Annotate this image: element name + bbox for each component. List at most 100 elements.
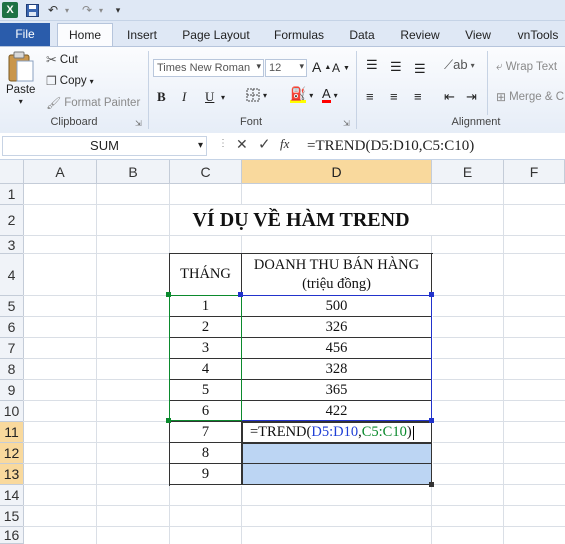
align-top-button[interactable]: ☰ bbox=[366, 57, 378, 73]
row-header-3[interactable]: 3 bbox=[0, 236, 24, 254]
splitter-handle-icon[interactable]: ⋮ bbox=[218, 138, 228, 149]
italic-button[interactable]: I bbox=[182, 89, 186, 105]
paste-button[interactable]: Paste ▾ bbox=[6, 51, 35, 106]
undo-icon[interactable]: ↶ bbox=[46, 2, 60, 18]
row-header-15[interactable]: 15 bbox=[0, 506, 24, 527]
row-header-13[interactable]: 13 bbox=[0, 464, 24, 485]
row-header-7[interactable]: 7 bbox=[0, 338, 24, 359]
redo-icon[interactable]: ↷ bbox=[80, 2, 94, 18]
scissors-icon: ✂ bbox=[46, 52, 57, 67]
align-center-button[interactable]: ≡ bbox=[390, 89, 398, 104]
row-header-4[interactable]: 4 bbox=[0, 254, 24, 296]
tab-page-layout[interactable]: Page Layout bbox=[178, 25, 254, 46]
name-box[interactable]: SUM ▾ bbox=[2, 136, 207, 156]
format-painter-button[interactable]: 🖌 Format Painter bbox=[46, 96, 140, 110]
formula-input[interactable]: =TREND(D5:D10,C5:C10) bbox=[304, 136, 565, 156]
row-header-12[interactable]: 12 bbox=[0, 443, 24, 464]
align-right-icon: ≡ bbox=[414, 89, 422, 104]
tab-data[interactable]: Data bbox=[342, 25, 382, 46]
row-header-6[interactable]: 6 bbox=[0, 317, 24, 338]
insert-function-button[interactable]: fx bbox=[280, 136, 289, 152]
header-revenue[interactable]: DOANH THU BÁN HÀNG (triệu đồng) bbox=[242, 254, 432, 296]
tab-vntools[interactable]: vnTools bbox=[512, 25, 564, 46]
format-painter-label: Format Painter bbox=[64, 97, 141, 109]
row-header-1[interactable]: 1 bbox=[0, 184, 24, 205]
tab-home[interactable]: Home bbox=[57, 23, 113, 46]
column-header-a[interactable]: A bbox=[24, 160, 97, 184]
copy-button[interactable]: ❐ Copy ▾ bbox=[46, 74, 94, 88]
decrease-font-size-button[interactable]: A ▼ bbox=[332, 61, 350, 75]
row-header-9[interactable]: 9 bbox=[0, 380, 24, 401]
decrease-indent-button[interactable]: ⇤ bbox=[444, 89, 455, 105]
row-header-8[interactable]: 8 bbox=[0, 359, 24, 380]
range-handle[interactable] bbox=[238, 292, 243, 297]
font-name-value: Times New Roman bbox=[157, 62, 251, 74]
row-header-11[interactable]: 11 bbox=[0, 422, 24, 443]
selected-range[interactable] bbox=[242, 443, 432, 485]
row-header-14[interactable]: 14 bbox=[0, 485, 24, 506]
wrap-text-button[interactable]: ⤶ Wrap Text bbox=[496, 59, 557, 74]
fill-handle[interactable] bbox=[429, 482, 434, 487]
dialog-launcher-icon[interactable]: ⇲ bbox=[343, 119, 350, 128]
month-cell[interactable]: 9 bbox=[170, 464, 242, 485]
column-header-e[interactable]: E bbox=[432, 160, 504, 184]
select-all-corner[interactable] bbox=[0, 160, 24, 184]
chevron-down-icon: ▾ bbox=[18, 97, 23, 106]
font-name-combo[interactable]: Times New Roman ▾ bbox=[153, 59, 264, 77]
range-handle[interactable] bbox=[429, 418, 434, 423]
column-header-c[interactable]: C bbox=[170, 160, 242, 184]
underline-button[interactable]: U bbox=[205, 89, 214, 105]
save-icon[interactable] bbox=[24, 2, 40, 18]
underline-dropdown-icon[interactable]: ▾ bbox=[221, 93, 225, 102]
align-left-button[interactable]: ≡ bbox=[366, 89, 374, 104]
align-middle-button[interactable]: ☰ bbox=[390, 59, 402, 75]
orientation-button[interactable]: ⟋ab ▾ bbox=[444, 57, 475, 73]
row-header-5[interactable]: 5 bbox=[0, 296, 24, 317]
ribbon: Paste ▾ ✂ Cut ❐ Copy ▾ 🖌 Format Painter … bbox=[0, 46, 565, 134]
font-size-combo[interactable]: 12 ▾ bbox=[265, 59, 307, 77]
increase-indent-icon: ⇥ bbox=[466, 89, 477, 104]
customize-toolbar-icon[interactable]: ▾ bbox=[112, 2, 124, 18]
text-cursor bbox=[412, 425, 414, 440]
align-bottom-button[interactable]: ☰ bbox=[414, 61, 426, 77]
chevron-down-icon: ▾ bbox=[333, 90, 338, 100]
fill-color-button[interactable]: ⛽ ▾ bbox=[290, 87, 313, 103]
formula-prefix: =TREND( bbox=[250, 424, 312, 440]
column-header-b[interactable]: B bbox=[97, 160, 170, 184]
font-color-icon: A bbox=[322, 86, 331, 103]
borders-button[interactable]: ▾ bbox=[246, 88, 267, 102]
range-handle[interactable] bbox=[166, 292, 171, 297]
redo-dropdown-icon[interactable]: ▾ bbox=[96, 2, 106, 18]
row-header-2[interactable]: 2 bbox=[0, 205, 24, 236]
header-month[interactable]: THÁNG bbox=[170, 254, 242, 296]
tab-insert[interactable]: Insert bbox=[119, 25, 165, 46]
column-header-f[interactable]: F bbox=[504, 160, 565, 184]
range-handle[interactable] bbox=[166, 418, 171, 423]
excel-logo-icon: X bbox=[2, 2, 18, 18]
column-header-d[interactable]: D bbox=[242, 160, 432, 184]
active-edit-cell[interactable]: =TREND(D5:D10, C5:C10) bbox=[242, 422, 432, 443]
tab-view[interactable]: View bbox=[458, 25, 498, 46]
range-handle[interactable] bbox=[429, 292, 434, 297]
row-header-16[interactable]: 16 bbox=[0, 527, 24, 544]
enter-check-icon[interactable]: ✓ bbox=[258, 135, 271, 153]
row-header-10[interactable]: 10 bbox=[0, 401, 24, 422]
dialog-launcher-icon[interactable]: ⇲ bbox=[135, 119, 142, 128]
decrease-indent-icon: ⇤ bbox=[444, 89, 455, 104]
month-cell[interactable]: 7 bbox=[170, 422, 242, 443]
tab-review[interactable]: Review bbox=[396, 25, 444, 46]
increase-font-size-button[interactable]: A ▲ bbox=[312, 59, 331, 75]
paint-bucket-icon: ⛽ bbox=[290, 86, 307, 103]
align-right-button[interactable]: ≡ bbox=[414, 89, 422, 104]
month-cell[interactable]: 8 bbox=[170, 443, 242, 464]
tab-file[interactable]: File bbox=[0, 23, 50, 46]
undo-dropdown-icon[interactable]: ▾ bbox=[62, 2, 72, 18]
cut-button[interactable]: ✂ Cut bbox=[46, 52, 78, 68]
tab-formulas[interactable]: Formulas bbox=[268, 25, 330, 46]
font-color-button[interactable]: A ▾ bbox=[322, 87, 338, 103]
increase-indent-button[interactable]: ⇥ bbox=[466, 89, 477, 105]
merge-center-button[interactable]: ⊞ Merge & C bbox=[496, 90, 564, 104]
bold-button[interactable]: B bbox=[157, 89, 166, 105]
sheet-title[interactable]: VÍ DỤ VỀ HÀM TREND bbox=[170, 205, 432, 235]
cancel-icon[interactable]: ✕ bbox=[236, 136, 248, 153]
